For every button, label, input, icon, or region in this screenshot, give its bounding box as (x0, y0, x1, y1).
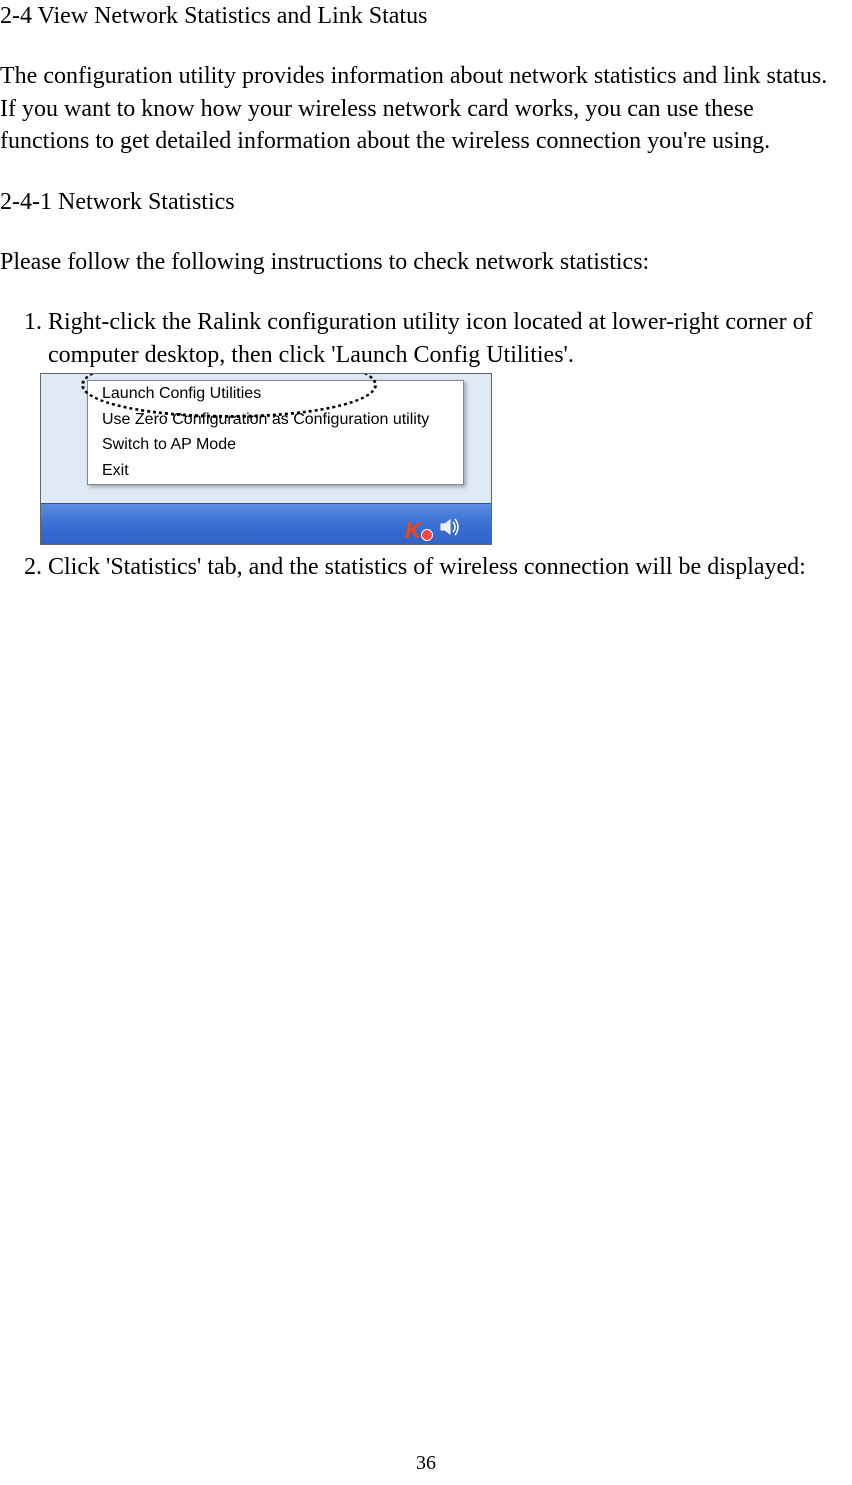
system-tray: K (405, 516, 461, 538)
subsection-heading: 2-4-1 Network Statistics (0, 186, 842, 218)
taskbar: K (41, 503, 491, 544)
speaker-icon[interactable] (439, 516, 461, 538)
instruction-intro: Please follow the following instructions… (0, 246, 842, 278)
ralink-tray-icon[interactable]: K (405, 516, 427, 538)
instruction-list: Right-click the Ralink configuration uti… (0, 306, 842, 583)
menu-item-launch-config[interactable]: Launch Config Utilities (88, 381, 463, 407)
menu-item-zero-config[interactable]: Use Zero Configuration as Configuration … (88, 407, 463, 433)
context-menu: Launch Config Utilities Use Zero Configu… (87, 380, 464, 484)
intro-paragraph: The configuration utility provides infor… (0, 60, 842, 157)
step-1: Right-click the Ralink configuration uti… (48, 306, 842, 545)
menu-item-exit[interactable]: Exit (88, 458, 463, 484)
page-number: 36 (0, 1450, 852, 1477)
step-2: Click 'Statistics' tab, and the statisti… (48, 551, 842, 583)
step-2-text: Click 'Statistics' tab, and the statisti… (48, 554, 806, 580)
step-1-text: Right-click the Ralink configuration uti… (48, 309, 813, 367)
section-heading: 2-4 View Network Statistics and Link Sta… (0, 0, 842, 32)
menu-item-switch-ap[interactable]: Switch to AP Mode (88, 432, 463, 458)
context-menu-window: Launch Config Utilities Use Zero Configu… (40, 373, 492, 545)
context-menu-figure: Launch Config Utilities Use Zero Configu… (40, 373, 842, 545)
